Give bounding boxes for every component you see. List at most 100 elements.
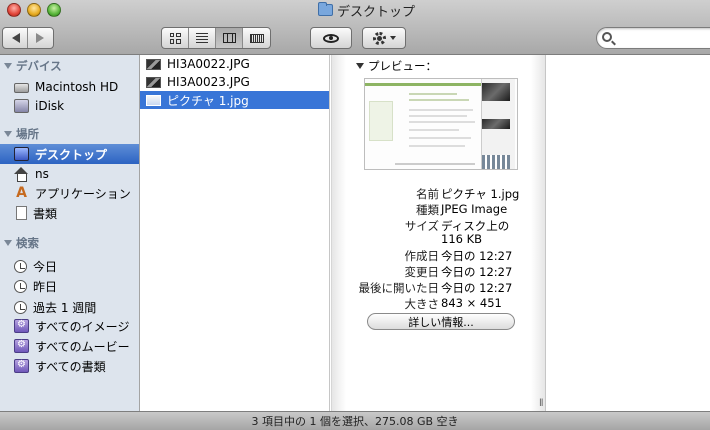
- section-header-label: デバイス: [16, 59, 62, 73]
- section-header-devices[interactable]: デバイス: [4, 58, 62, 74]
- section-header-label: 検索: [16, 236, 39, 250]
- sidebar-item-label: 書類: [33, 206, 58, 221]
- sidebar: デバイス Macintosh HD iDisk 場所 デスクトップ ns A ア…: [0, 55, 140, 411]
- meta-key: 最後に開いた日: [358, 281, 440, 295]
- icon-view-button[interactable]: [162, 28, 189, 48]
- file-row[interactable]: HI3A0023.JPG: [140, 73, 329, 91]
- smart-folder-icon: [14, 339, 29, 353]
- more-info-button[interactable]: 詳しい情報...: [367, 313, 515, 330]
- clock-icon: [14, 279, 27, 293]
- minimize-button[interactable]: [27, 3, 41, 17]
- sidebar-item-label: 昨日: [33, 279, 58, 294]
- gear-icon: [372, 31, 386, 45]
- status-text: 3 項目中の 1 個を選択、275.08 GB 空き: [251, 415, 459, 428]
- section-header-places[interactable]: 場所: [4, 126, 39, 142]
- forward-button[interactable]: [28, 28, 52, 48]
- forward-arrow-icon: [36, 33, 44, 43]
- meta-key: 大きさ: [404, 297, 440, 311]
- preview-thumbnail: [364, 78, 518, 170]
- search-input[interactable]: [617, 30, 710, 46]
- coverflow-view-button[interactable]: [243, 28, 270, 48]
- hard-disk-icon: [14, 83, 29, 93]
- sidebar-item-macintosh-hd[interactable]: Macintosh HD: [0, 77, 139, 97]
- disclosure-triangle-icon: [4, 240, 12, 246]
- sidebar-item-idisk[interactable]: iDisk: [0, 96, 139, 116]
- zoom-button[interactable]: [47, 3, 61, 17]
- sidebar-item-documents[interactable]: 書類: [0, 203, 139, 223]
- sidebar-item-desktop[interactable]: デスクトップ: [0, 144, 139, 164]
- disclosure-triangle-icon: [4, 63, 12, 69]
- column-view-button[interactable]: [216, 28, 243, 48]
- preview-header[interactable]: プレビュー：: [356, 58, 437, 74]
- sidebar-item-applications[interactable]: A アプリケーション: [0, 183, 139, 203]
- folder-icon: [318, 2, 333, 16]
- image-thumbnail-icon: [146, 76, 161, 88]
- meta-key: 作成日: [404, 249, 440, 263]
- eye-icon: [323, 33, 339, 43]
- clock-icon: [14, 300, 27, 314]
- meta-key: 変更日: [404, 265, 440, 279]
- sidebar-item-ns[interactable]: ns: [0, 164, 139, 184]
- sidebar-item-label: アプリケーション: [35, 186, 131, 201]
- clock-icon: [14, 259, 27, 273]
- file-name: HI3A0023.JPG: [167, 75, 250, 89]
- sidebar-item-all-images[interactable]: すべてのイメージ: [0, 316, 139, 336]
- sidebar-item-label: すべてのイメージ: [35, 319, 130, 334]
- column-view-icon: [222, 33, 236, 43]
- disclosure-triangle-icon: [356, 63, 364, 69]
- sidebar-item-yesterday[interactable]: 昨日: [0, 276, 139, 296]
- file-name: ピクチャ 1.jpg: [167, 93, 249, 108]
- file-row-selected[interactable]: ピクチャ 1.jpg: [140, 91, 329, 109]
- meta-value: ピクチャ 1.jpg: [441, 187, 520, 201]
- meta-value: 116 KB: [441, 232, 483, 246]
- sidebar-item-label: ns: [35, 167, 49, 181]
- status-bar: 3 項目中の 1 個を選択、275.08 GB 空き: [0, 411, 710, 430]
- sidebar-item-all-movies[interactable]: すべてのムービー: [0, 336, 139, 356]
- view-mode-control: [161, 27, 271, 49]
- back-forward-control: [2, 27, 54, 49]
- action-menu-button[interactable]: [362, 27, 406, 49]
- file-row[interactable]: HI3A0022.JPG: [140, 55, 329, 73]
- sidebar-item-label: すべての書類: [35, 359, 106, 374]
- file-column: HI3A0022.JPG HI3A0023.JPG ピクチャ 1.jpg ll: [140, 55, 338, 411]
- window-title: デスクトップ: [318, 1, 416, 20]
- meta-value: 今日の 12:27: [441, 281, 513, 295]
- image-thumbnail-icon: [146, 94, 161, 106]
- close-button[interactable]: [7, 3, 21, 17]
- smart-folder-icon: [14, 319, 29, 333]
- sidebar-item-label: 今日: [33, 259, 58, 274]
- meta-value: 今日の 12:27: [441, 249, 513, 263]
- idisk-icon: [14, 99, 29, 113]
- section-header-label: 場所: [16, 127, 39, 141]
- preview-header-label: プレビュー：: [368, 59, 437, 73]
- coverflow-view-icon: [249, 33, 264, 43]
- meta-value: 843 × 451: [441, 296, 502, 310]
- section-header-search[interactable]: 検索: [4, 235, 39, 251]
- search-icon: [602, 32, 612, 42]
- meta-key: 種類: [416, 203, 439, 217]
- back-button[interactable]: [4, 28, 28, 48]
- titlebar: デスクトップ: [0, 0, 710, 55]
- applications-icon: A: [16, 185, 27, 201]
- desktop-icon: [14, 147, 29, 161]
- column-resize-handle[interactable]: ll: [539, 398, 543, 409]
- sidebar-item-past-week[interactable]: 過去 1 週間: [0, 297, 139, 317]
- home-icon: [14, 167, 29, 182]
- meta-key: 名前: [416, 187, 439, 201]
- icon-view-icon: [169, 32, 181, 44]
- preview-column: プレビュー： 名前 ピクチャ 1.jpg 種類 JPEG Image サイズ デ…: [331, 55, 546, 411]
- chevron-down-icon: [389, 36, 396, 40]
- image-thumbnail-icon: [146, 58, 161, 70]
- window-title-text: デスクトップ: [337, 4, 416, 20]
- search-field[interactable]: [596, 27, 710, 49]
- meta-value: JPEG Image: [441, 202, 508, 216]
- sidebar-item-all-documents[interactable]: すべての書類: [0, 356, 139, 376]
- sidebar-item-today[interactable]: 今日: [0, 256, 139, 276]
- documents-icon: [16, 206, 27, 220]
- list-view-icon: [196, 33, 208, 43]
- quick-look-button[interactable]: [310, 27, 352, 49]
- list-view-button[interactable]: [189, 28, 216, 48]
- sidebar-item-label: Macintosh HD: [35, 80, 119, 94]
- meta-value: 今日の 12:27: [441, 265, 513, 279]
- meta-key: サイズ: [404, 219, 439, 233]
